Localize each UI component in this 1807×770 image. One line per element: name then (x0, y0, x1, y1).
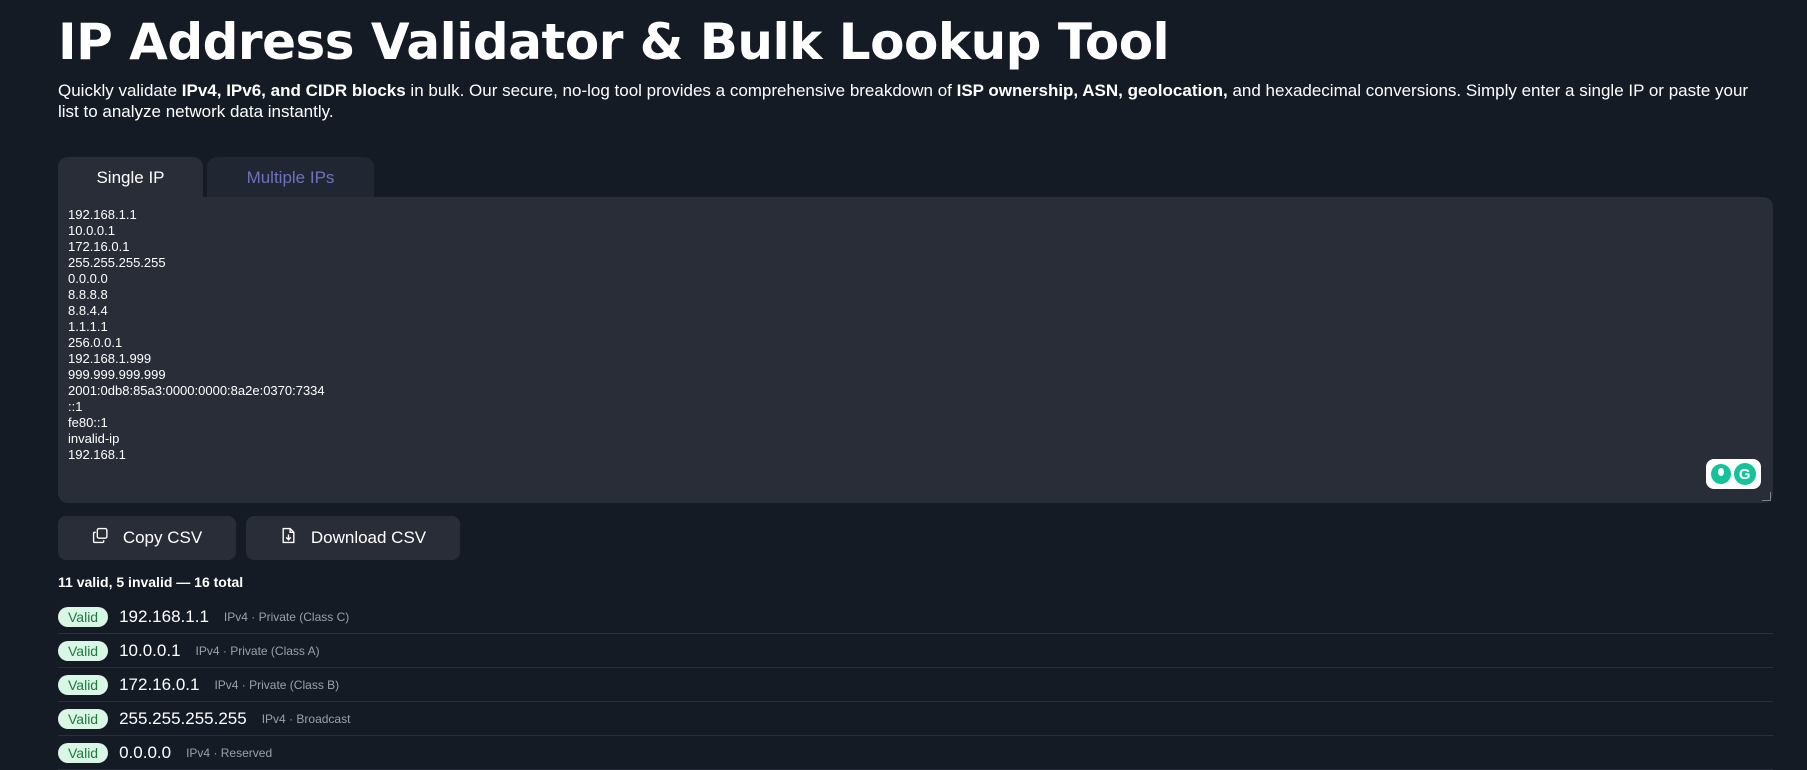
result-description: IPv4 · Private (Class A) (195, 643, 320, 658)
result-row: Valid 192.168.1.1 IPv4 · Private (Class … (58, 600, 1773, 634)
tab-single-ip[interactable]: Single IP (58, 157, 203, 198)
validation-summary: 11 valid, 5 invalid — 16 total (58, 574, 244, 590)
copy-csv-button[interactable]: Copy CSV (58, 516, 236, 560)
result-description: IPv4 · Private (Class B) (214, 677, 340, 692)
download-csv-button[interactable]: Download CSV (246, 516, 460, 560)
copy-csv-label: Copy CSV (122, 528, 203, 547)
grammarly-icon[interactable]: G (1733, 463, 1756, 485)
input-mode-tabs: Single IP Multiple IPs (58, 157, 374, 198)
intro-bold-1: IPv4, IPv6, and CIDR blocks (181, 81, 406, 100)
result-row: Valid 172.16.0.1 IPv4 · Private (Class B… (58, 668, 1773, 702)
download-csv-label: Download CSV (310, 528, 427, 547)
intro-text-1: Quickly validate (58, 81, 182, 100)
status-badge: Valid (58, 708, 109, 729)
results-list: Valid 192.168.1.1 IPv4 · Private (Class … (58, 600, 1773, 770)
result-description: IPv4 · Private (Class C) (223, 609, 350, 624)
copy-icon (92, 527, 109, 549)
result-description: IPv4 · Broadcast (261, 711, 351, 726)
result-ip: 255.255.255.255 (119, 708, 247, 728)
result-description: IPv4 · Reserved (186, 745, 273, 760)
status-badge: Valid (58, 640, 109, 661)
lightbulb-icon[interactable] (1711, 464, 1732, 484)
result-row: Valid 255.255.255.255 IPv4 · Broadcast (58, 702, 1773, 736)
page-title: IP Address Validator & Bulk Lookup Tool (58, 13, 1170, 71)
tab-multiple-ips[interactable]: Multiple IPs (207, 157, 374, 198)
status-badge: Valid (58, 606, 109, 627)
intro-text-2: in bulk. Our secure, no-log tool provide… (405, 81, 957, 100)
file-download-icon (280, 527, 297, 549)
grammarly-widget[interactable]: G (1706, 459, 1761, 489)
status-badge: Valid (58, 674, 109, 695)
result-row: Valid 0.0.0.0 IPv4 · Reserved (58, 736, 1773, 770)
result-ip: 192.168.1.1 (119, 606, 209, 626)
result-ip: 172.16.0.1 (119, 674, 200, 694)
result-ip: 10.0.0.1 (119, 640, 181, 660)
result-row: Valid 10.0.0.1 IPv4 · Private (Class A) (58, 634, 1773, 668)
page-intro: Quickly validate IPv4, IPv6, and CIDR bl… (58, 80, 1773, 122)
status-badge: Valid (58, 742, 109, 763)
resize-handle[interactable] (1762, 492, 1771, 501)
result-ip: 0.0.0.0 (119, 742, 172, 762)
action-buttons: Copy CSV Download CSV (58, 516, 460, 560)
ip-input-panel: G (58, 197, 1773, 503)
ip-list-textarea[interactable] (68, 207, 1758, 497)
intro-bold-2: ISP ownership, ASN, geolocation, (956, 81, 1228, 100)
